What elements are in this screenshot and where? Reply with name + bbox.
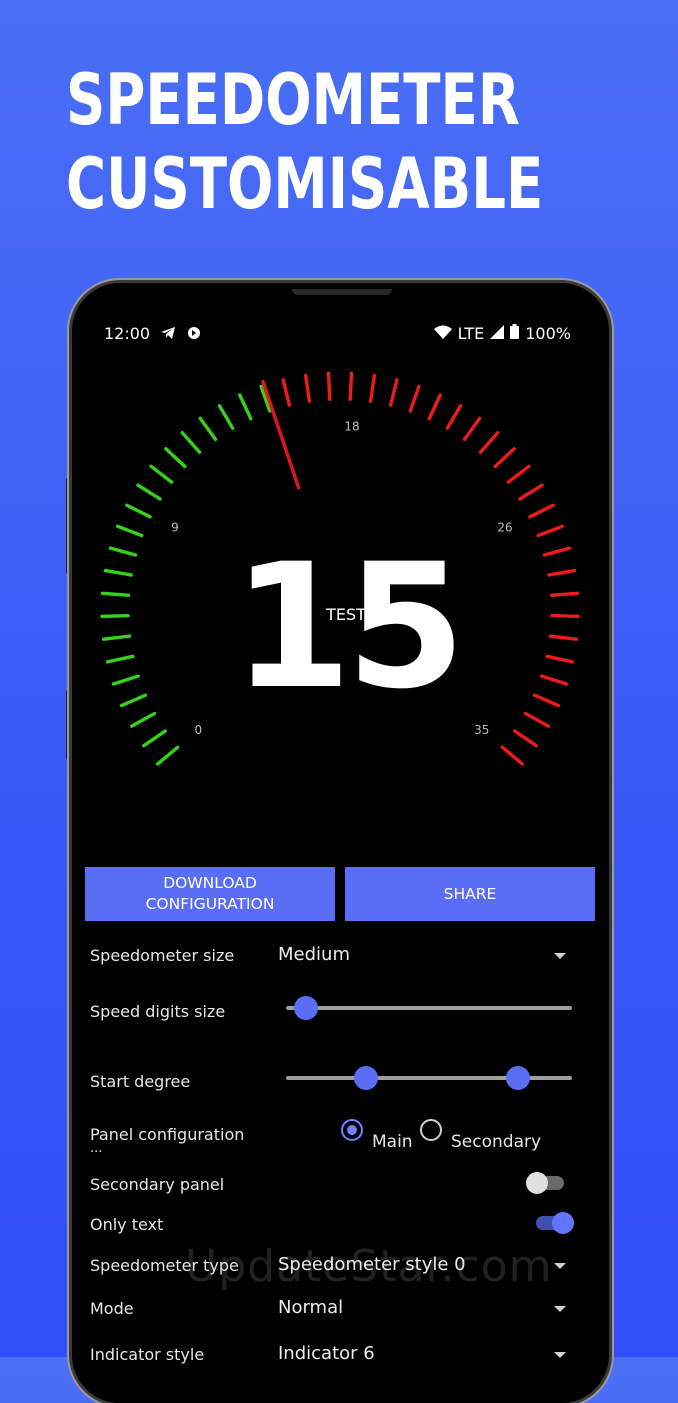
gauge-tick-label: 9 — [171, 520, 179, 534]
gauge-tick — [550, 614, 580, 619]
gauge-tick — [547, 568, 577, 577]
chevron-down-icon[interactable] — [554, 1352, 566, 1358]
gauge-tick — [462, 416, 482, 442]
secondary-panel-label: Secondary panel — [90, 1175, 225, 1194]
gauge-tick — [545, 654, 575, 664]
panel-configuration-ellipsis: ... — [90, 1141, 103, 1156]
gauge-tick — [111, 674, 140, 686]
only-text-toggle[interactable] — [552, 1212, 574, 1234]
gauge-tick — [105, 654, 135, 664]
indicator-style-select[interactable]: Indicator 6 — [278, 1343, 375, 1364]
gauge-tick — [100, 591, 131, 597]
share-button[interactable]: SHARE — [345, 867, 595, 921]
secondary-panel-toggle[interactable] — [526, 1172, 548, 1194]
gauge-tick — [238, 393, 253, 421]
phone-screen: 12:00 LTE 100% 0 9 18 26 35 TEST 15 DOWN… — [80, 291, 601, 1403]
gauge-tick — [119, 693, 148, 708]
gauge-tick — [540, 674, 569, 686]
gauge-tick — [478, 431, 500, 454]
gauge-tick — [100, 614, 130, 619]
phone-side-button-left-top — [66, 478, 71, 574]
gauge-tick-label: 26 — [497, 520, 512, 534]
gauge-tick-label: 35 — [474, 723, 489, 737]
gauge-tick — [388, 378, 399, 407]
gauge-tick — [506, 464, 531, 484]
gauge-tick — [136, 483, 162, 501]
gauge-tick — [108, 546, 138, 557]
mode-select[interactable]: Normal — [278, 1297, 343, 1318]
start-degree-low-thumb[interactable] — [354, 1066, 379, 1090]
only-text-label: Only text — [90, 1215, 164, 1234]
radio-main[interactable] — [341, 1119, 363, 1141]
speed-readout: 15 — [232, 526, 459, 727]
speedometer-gauge: 09182635 TEST 15 — [100, 371, 580, 766]
gauge-tick — [115, 524, 144, 538]
gauge-tick — [408, 384, 421, 413]
phone-frame: 12:00 LTE 100% 0 9 18 26 35 TEST 15 DOWN… — [72, 283, 609, 1403]
speed-digits-size-track[interactable] — [286, 1006, 572, 1010]
gauge-tick — [445, 404, 463, 430]
headline-line-1: SPEEDOMETER — [66, 59, 520, 141]
gauge-tick-label: 0 — [194, 723, 202, 737]
gauge-tick — [101, 634, 132, 641]
speedometer-size-label: Speedometer size — [90, 946, 235, 965]
gauge-tick — [303, 373, 312, 403]
speedometer-size-select[interactable]: Medium — [278, 944, 350, 965]
headline-line-2: CUSTOMISABLE — [66, 143, 544, 225]
gauge-tick — [368, 373, 377, 403]
speed-digits-size-label: Speed digits size — [90, 1002, 226, 1021]
watermark: UpdateStar.com — [185, 1241, 553, 1292]
radio-secondary[interactable] — [420, 1119, 442, 1141]
chevron-down-icon[interactable] — [554, 1306, 566, 1312]
chevron-down-icon[interactable] — [554, 1263, 566, 1269]
start-degree-label: Start degree — [90, 1072, 191, 1091]
phone-top-notch — [292, 289, 392, 295]
gauge-tick — [493, 447, 516, 469]
indicator-style-label: Indicator style — [90, 1345, 205, 1364]
gauge-tick — [528, 503, 555, 519]
start-degree-high-thumb[interactable] — [505, 1066, 530, 1090]
gauge-tick — [155, 745, 180, 766]
panel-configuration-label: Panel configuration — [90, 1125, 245, 1144]
gauge-tick — [130, 711, 157, 728]
mode-label: Mode — [90, 1299, 134, 1318]
phone-side-button-right — [609, 470, 614, 542]
gauge-tick — [500, 745, 525, 766]
gauge-tick — [532, 693, 561, 708]
gauge-tick — [103, 568, 133, 577]
gauge-tick — [523, 711, 550, 728]
gauge-tick — [548, 634, 579, 641]
radio-main-label[interactable]: Main — [372, 1132, 413, 1152]
download-configuration-button[interactable]: DOWNLOAD CONFIGURATION — [85, 867, 335, 921]
gauge-tick — [427, 393, 442, 421]
gauge-tick — [542, 546, 572, 557]
gauge-tick — [536, 524, 565, 538]
gauge-needle — [261, 379, 301, 490]
phone-side-button-left-bottom — [66, 690, 71, 760]
gauge-tick — [149, 464, 174, 484]
gauge-tick — [518, 483, 544, 501]
gauge-tick — [198, 416, 218, 442]
gauge-tick — [180, 431, 202, 454]
gauge-tick — [326, 371, 332, 401]
gauge-tick — [125, 503, 152, 519]
gauge-tick — [142, 729, 167, 748]
gauge-tick — [348, 371, 354, 401]
gauge-tick-label: 18 — [344, 419, 359, 433]
gauge-tick — [549, 591, 580, 597]
gauge-tick — [513, 729, 538, 748]
gauge-tick — [217, 404, 235, 430]
speed-digits-size-slider-thumb[interactable] — [294, 996, 319, 1020]
chevron-down-icon[interactable] — [554, 953, 566, 959]
gauge-tick — [281, 378, 292, 407]
radio-secondary-label[interactable]: Secondary — [451, 1132, 541, 1152]
headline: SPEEDOMETER CUSTOMISABLE — [66, 58, 543, 226]
gauge-tick — [164, 447, 187, 469]
